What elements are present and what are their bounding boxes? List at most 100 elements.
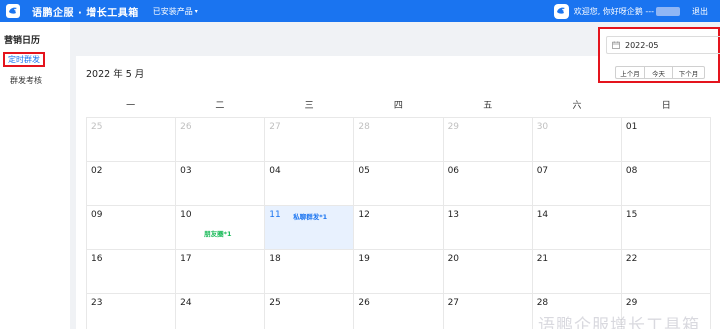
calendar-day-cell[interactable]: 16 — [87, 250, 177, 294]
calendar-icon — [612, 41, 620, 49]
day-number: 25 — [269, 298, 281, 308]
calendar-day-cell[interactable]: 11 私聊群发*1 — [265, 206, 355, 250]
day-number: 26 — [358, 298, 370, 308]
weekday-label: 一 — [126, 101, 136, 111]
day-number: 22 — [625, 254, 638, 264]
day-number: 04 — [269, 166, 281, 176]
day-number: 18 — [269, 254, 281, 264]
day-number: 13 — [447, 210, 460, 220]
app-brand-title: 语鹏企服 · 增长工具箱 — [32, 7, 139, 19]
masked-username — [656, 6, 680, 16]
day-number: 29 — [625, 298, 638, 308]
calendar-day-cell[interactable]: 13 — [443, 206, 533, 250]
calendar-day-cell[interactable]: 15 — [621, 206, 711, 250]
day-number: 15 — [625, 210, 638, 220]
month-title: 2022 年 5 月 — [86, 69, 145, 80]
calendar-day-cell[interactable]: 14 — [532, 206, 622, 250]
sidebar-title: 营销日历 — [4, 36, 41, 46]
calendar-day-cell[interactable]: 25 — [265, 294, 355, 329]
calendar-day-cell[interactable]: 26 — [354, 294, 444, 329]
day-number: 28 — [536, 298, 549, 308]
calendar-event-tag[interactable]: 朋友圈*1 — [204, 228, 231, 238]
day-number: 21 — [536, 254, 549, 264]
calendar-day-cell[interactable]: 20 — [443, 250, 533, 294]
calendar-day-cell[interactable]: 09 — [87, 206, 177, 250]
calendar-event-tag[interactable]: 私聊群发*1 — [293, 211, 327, 221]
calendar-day-cell[interactable]: 23 — [87, 294, 177, 329]
day-number: 20 — [447, 254, 460, 264]
calendar-day-cell[interactable]: 01 — [621, 118, 711, 162]
sidebar: 营销日历 定时群发 群发考核 — [0, 22, 70, 329]
calendar-day-cell[interactable]: 04 — [265, 162, 355, 206]
chevron-down-icon: ▾ — [194, 7, 198, 15]
day-number: 07 — [536, 166, 549, 176]
day-number: 27 — [447, 298, 460, 308]
calendar-day-cell[interactable]: 18 — [265, 250, 355, 294]
user-area: 欢迎您, 你好呀企鹅 --- 退出 — [553, 0, 708, 22]
calendar-day-cell[interactable]: 29 — [443, 118, 533, 162]
calendar-day-cell[interactable]: 12 — [354, 206, 444, 250]
day-number: 14 — [536, 210, 549, 220]
calendar-day-cell[interactable]: 10 朋友圈*1 — [176, 206, 266, 250]
weekday-label: 日 — [661, 101, 671, 111]
month-input-value: 2022-05 — [625, 40, 659, 50]
day-number: 05 — [358, 166, 370, 176]
day-number: 24 — [180, 298, 192, 308]
calendar-day-cell[interactable]: 02 — [87, 162, 177, 206]
today-button[interactable]: 今天 — [645, 66, 673, 79]
calendar-day-cell[interactable]: 06 — [443, 162, 533, 206]
day-number: 08 — [625, 166, 638, 176]
calendar-day-cell[interactable]: 19 — [354, 250, 444, 294]
month-picker-panel: 2022-05 上个月 今天 下个月 — [598, 27, 720, 83]
weekday-label: 四 — [393, 101, 403, 111]
day-number: 11 — [269, 210, 281, 220]
month-input[interactable]: 2022-05 — [606, 36, 720, 54]
day-number: 29 — [447, 122, 460, 132]
logout-link[interactable]: 退出 — [692, 6, 708, 17]
next-month-button[interactable]: 下个月 — [673, 66, 705, 79]
weekday-label: 三 — [304, 101, 314, 111]
day-number: 10 — [180, 210, 192, 220]
calendar-day-cell[interactable]: 26 — [176, 118, 266, 162]
day-number: 30 — [536, 122, 549, 132]
brand-logo-icon[interactable] — [6, 4, 20, 18]
calendar-day-cell[interactable]: 24 — [176, 294, 266, 329]
installed-products-dropdown[interactable]: 已安装产品 ▾ — [153, 6, 198, 17]
day-number: 01 — [625, 122, 638, 132]
calendar-day-cell[interactable]: 17 — [176, 250, 266, 294]
installed-products-label: 已安装产品 — [152, 6, 193, 16]
calendar-day-cell[interactable]: 05 — [354, 162, 444, 206]
calendar-day-cell[interactable]: 22 — [621, 250, 711, 294]
weekday-label: 六 — [572, 101, 582, 111]
top-navigation-bar: 语鹏企服 · 增长工具箱 已安装产品 ▾ 欢迎您, 你好呀企鹅 --- 退出 — [0, 0, 720, 22]
day-number: 12 — [358, 210, 370, 220]
weekday-header: 一二三四五六日 — [86, 98, 711, 111]
calendar-day-cell[interactable]: 21 — [532, 250, 622, 294]
calendar-day-cell[interactable]: 28 — [354, 118, 444, 162]
weekday-label: 五 — [483, 101, 493, 111]
prev-month-button[interactable]: 上个月 — [615, 66, 645, 79]
calendar-day-cell[interactable]: 27 — [265, 118, 355, 162]
day-number: 27 — [269, 122, 281, 132]
user-avatar-icon[interactable] — [553, 3, 569, 19]
day-number: 17 — [180, 254, 192, 264]
day-number: 25 — [91, 122, 103, 132]
day-number: 16 — [91, 254, 103, 264]
calendar-day-cell[interactable]: 03 — [176, 162, 266, 206]
sidebar-item-scheduled-send[interactable]: 定时群发 — [3, 52, 45, 67]
sidebar-item-send-assessment[interactable]: 群发考核 — [10, 75, 42, 86]
calendar-day-cell[interactable]: 25 — [87, 118, 177, 162]
day-number: 06 — [447, 166, 460, 176]
month-nav-buttons: 上个月 今天 下个月 — [615, 66, 705, 79]
calendar-day-cell[interactable]: 08 — [621, 162, 711, 206]
calendar-day-cell[interactable]: 07 — [532, 162, 622, 206]
day-number: 19 — [358, 254, 370, 264]
day-number: 02 — [91, 166, 103, 176]
calendar-grid: 25 26 27 28 29 30 01 02 03 04 05 06 07 08 09 10 朋友圈*1 11 私… — [86, 117, 711, 329]
day-number: 28 — [358, 122, 370, 132]
calendar-day-cell[interactable]: 27 — [444, 294, 533, 329]
calendar-day-cell[interactable]: 30 — [532, 118, 622, 162]
day-number: 03 — [180, 166, 192, 176]
day-number: 23 — [91, 298, 103, 308]
day-number: 09 — [91, 210, 103, 220]
